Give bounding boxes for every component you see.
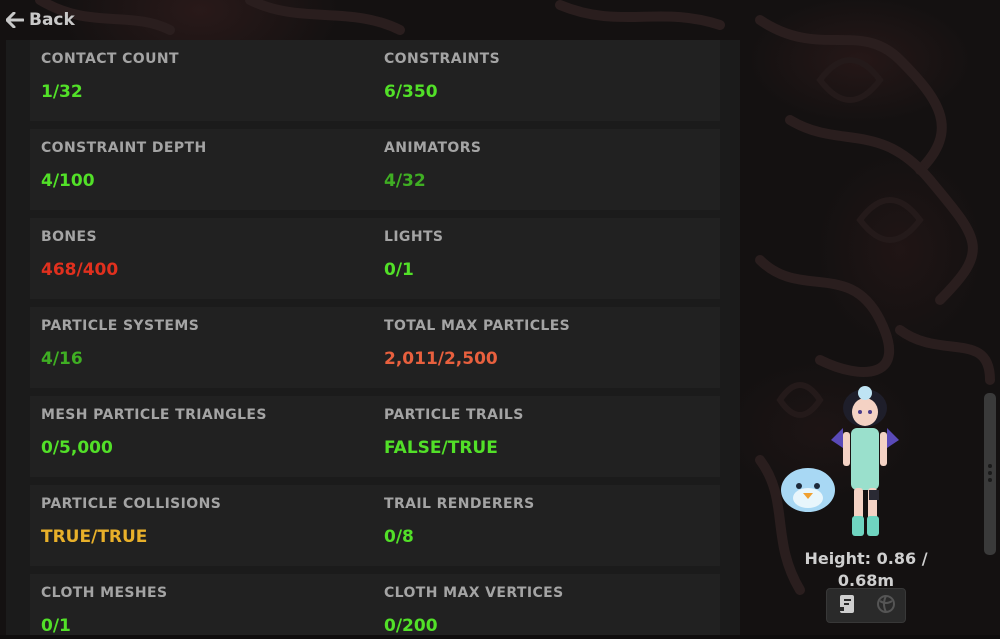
performance-stats-panel[interactable]: CONTACT COUNT 1/32 CONSTRAINTS 6/350 CONSTRA… bbox=[6, 40, 740, 635]
stat-label: CLOTH MAX VERTICES bbox=[384, 585, 564, 601]
stat-value: 4/100 bbox=[41, 171, 95, 191]
stat-cell: ANIMATORS 4/32 bbox=[373, 129, 716, 210]
stat-value: TRUE/TRUE bbox=[41, 527, 148, 547]
bird-plush bbox=[781, 468, 835, 512]
stat-label: CLOTH MESHES bbox=[41, 585, 168, 601]
stat-cell: MESH PARTICLE TRIANGLES 0/5,000 bbox=[30, 396, 373, 477]
stat-cell: PARTICLE COLLISIONS TRUE/TRUE bbox=[30, 485, 373, 566]
stat-label: CONSTRAINT DEPTH bbox=[41, 140, 207, 156]
stat-row: CONSTRAINT DEPTH 4/100 ANIMATORS 4/32 bbox=[30, 129, 720, 210]
stat-value: FALSE/TRUE bbox=[384, 438, 498, 458]
stat-label: CONTACT COUNT bbox=[41, 51, 179, 67]
stat-row: PARTICLE COLLISIONS TRUE/TRUE TRAIL RENDER… bbox=[30, 485, 720, 566]
back-button[interactable]: Back bbox=[6, 8, 75, 32]
stat-row: CONTACT COUNT 1/32 CONSTRAINTS 6/350 bbox=[30, 40, 720, 121]
stat-value: 2,011/2,500 bbox=[384, 349, 498, 369]
stat-row: MESH PARTICLE TRIANGLES 0/5,000 PARTICLE T… bbox=[30, 396, 720, 477]
stat-label: ANIMATORS bbox=[384, 140, 482, 156]
stat-label: TRAIL RENDERERS bbox=[384, 496, 535, 512]
stat-value: 0/5,000 bbox=[41, 438, 113, 458]
stat-cell: CONSTRAINT DEPTH 4/100 bbox=[30, 129, 373, 210]
book-icon bbox=[838, 594, 856, 618]
stat-label: TOTAL MAX PARTICLES bbox=[384, 318, 571, 334]
stat-value: 6/350 bbox=[384, 82, 438, 102]
stat-label: CONSTRAINTS bbox=[384, 51, 501, 67]
stat-cell: PARTICLE SYSTEMS 4/16 bbox=[30, 307, 373, 388]
stat-label: MESH PARTICLE TRIANGLES bbox=[41, 407, 267, 423]
stat-value: 4/32 bbox=[384, 171, 426, 191]
stat-label: BONES bbox=[41, 229, 97, 245]
stat-label: PARTICLE TRAILS bbox=[384, 407, 524, 423]
stat-label: PARTICLE SYSTEMS bbox=[41, 318, 200, 334]
stat-value: 0/1 bbox=[384, 260, 414, 280]
stat-row: PARTICLE SYSTEMS 4/16 TOTAL MAX PARTICLES 2… bbox=[30, 307, 720, 388]
avatar-toolbar bbox=[826, 588, 906, 623]
stat-cell: TOTAL MAX PARTICLES 2,011/2,500 bbox=[373, 307, 716, 388]
arrow-left-icon bbox=[6, 12, 24, 28]
stat-row: CLOTH MESHES 0/1 CLOTH MAX VERTICES 0/200 bbox=[30, 574, 720, 635]
drag-handle-icon bbox=[987, 464, 993, 484]
globe-icon bbox=[876, 594, 896, 618]
avatar-height-text: Height: 0.86 / 0.68m bbox=[804, 549, 928, 590]
globe-button[interactable] bbox=[872, 592, 900, 620]
stat-cell: CLOTH MESHES 0/1 bbox=[30, 574, 373, 635]
avatar-figure bbox=[831, 386, 899, 536]
stat-value: 0/1 bbox=[41, 616, 71, 635]
stat-value: 468/400 bbox=[41, 260, 119, 280]
stat-value: 0/8 bbox=[384, 527, 414, 547]
back-label: Back bbox=[29, 10, 75, 30]
stat-cell: CLOTH MAX VERTICES 0/200 bbox=[373, 574, 716, 635]
stat-cell: LIGHTS 0/1 bbox=[373, 218, 716, 299]
stat-label: PARTICLE COLLISIONS bbox=[41, 496, 222, 512]
stat-value: 0/200 bbox=[384, 616, 438, 635]
book-button[interactable] bbox=[833, 592, 861, 620]
stat-cell: PARTICLE TRAILS FALSE/TRUE bbox=[373, 396, 716, 477]
stat-cell: CONSTRAINTS 6/350 bbox=[373, 40, 716, 121]
stat-cell: CONTACT COUNT 1/32 bbox=[30, 40, 373, 121]
stat-value: 4/16 bbox=[41, 349, 83, 369]
stat-label: LIGHTS bbox=[384, 229, 444, 245]
stat-value: 1/32 bbox=[41, 82, 83, 102]
stat-cell: TRAIL RENDERERS 0/8 bbox=[373, 485, 716, 566]
stat-cell: BONES 468/400 bbox=[30, 218, 373, 299]
stat-row: BONES 468/400 LIGHTS 0/1 bbox=[30, 218, 720, 299]
